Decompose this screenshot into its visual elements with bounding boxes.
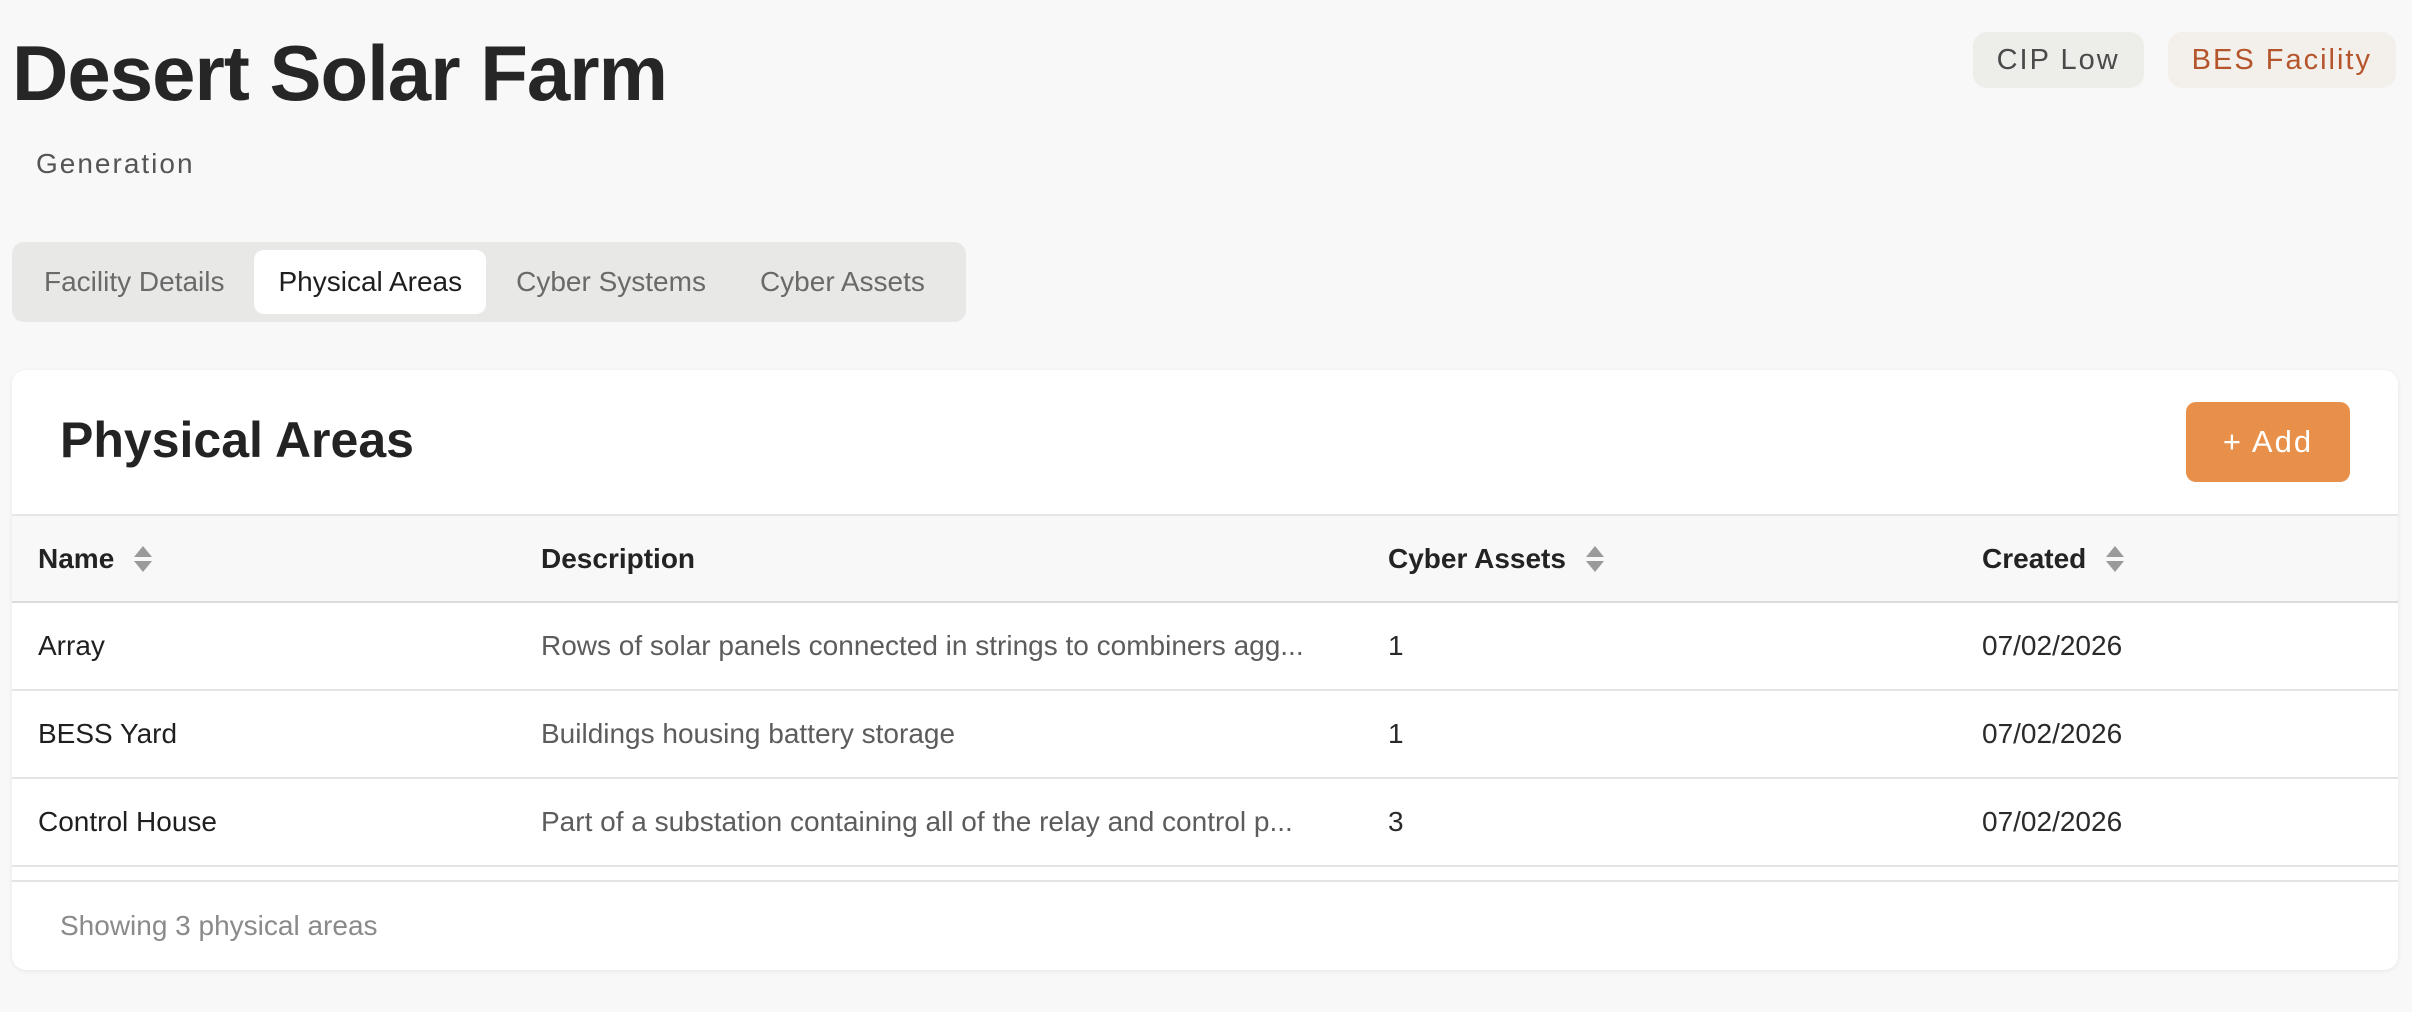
sort-icon[interactable] [1585, 545, 1604, 572]
cell-description: Part of a substation containing all of t… [541, 806, 1293, 837]
tab-facility-details[interactable]: Facility Details [20, 250, 248, 314]
cell-description: Buildings housing battery storage [541, 718, 956, 749]
cell-cyber-assets: 1 [1388, 630, 1404, 661]
sort-icon[interactable] [2106, 545, 2125, 572]
cell-name: Array [38, 630, 105, 661]
column-label: Name [38, 542, 115, 574]
tab-cyber-assets[interactable]: Cyber Assets [736, 250, 949, 314]
cell-created: 07/02/2026 [1982, 630, 2123, 661]
column-header-description: Description [515, 516, 1362, 603]
sort-icon[interactable] [134, 545, 153, 572]
cell-description: Rows of solar panels connected in string… [541, 630, 1304, 661]
bes-facility-badge: BES Facility [2167, 32, 2396, 88]
facility-type: Generation [36, 148, 195, 179]
table-row[interactable]: BESS Yard Buildings housing battery stor… [12, 690, 2398, 778]
table-row[interactable]: Array Rows of solar panels connected in … [12, 602, 2398, 690]
tab-physical-areas[interactable]: Physical Areas [254, 250, 487, 314]
table-header-row: Name Description Cyber Assets Created [12, 516, 2398, 603]
column-label: Description [541, 542, 696, 574]
column-header-created[interactable]: Created [1956, 516, 2398, 603]
tab-bar: Facility Details Physical Areas Cyber Sy… [12, 242, 966, 322]
column-label: Cyber Assets [1388, 542, 1566, 574]
physical-areas-table: Name Description Cyber Assets Created Ar… [12, 516, 2398, 867]
cip-impact-badge: CIP Low [1972, 32, 2144, 88]
column-header-cyber-assets[interactable]: Cyber Assets [1362, 516, 1956, 603]
card-header: Physical Areas + Add [12, 370, 2398, 516]
column-header-name[interactable]: Name [12, 516, 515, 603]
cell-name: Control House [38, 806, 217, 837]
page-title: Desert Solar Farm [12, 29, 668, 117]
cell-name: BESS Yard [38, 718, 178, 749]
physical-areas-card: Physical Areas + Add Name Description Cy… [12, 370, 2398, 970]
table-row[interactable]: Control House Part of a substation conta… [12, 778, 2398, 866]
column-label: Created [1982, 542, 2087, 574]
cell-cyber-assets: 1 [1388, 718, 1404, 749]
cell-cyber-assets: 3 [1388, 806, 1404, 837]
table-footer-count: Showing 3 physical areas [12, 880, 2398, 970]
card-title: Physical Areas [60, 412, 414, 468]
cell-created: 07/02/2026 [1982, 718, 2123, 749]
tab-cyber-systems[interactable]: Cyber Systems [492, 250, 730, 314]
add-button[interactable]: + Add [2186, 402, 2350, 482]
badge-group: CIP Low BES Facility [1972, 32, 2396, 88]
cell-created: 07/02/2026 [1982, 806, 2123, 837]
